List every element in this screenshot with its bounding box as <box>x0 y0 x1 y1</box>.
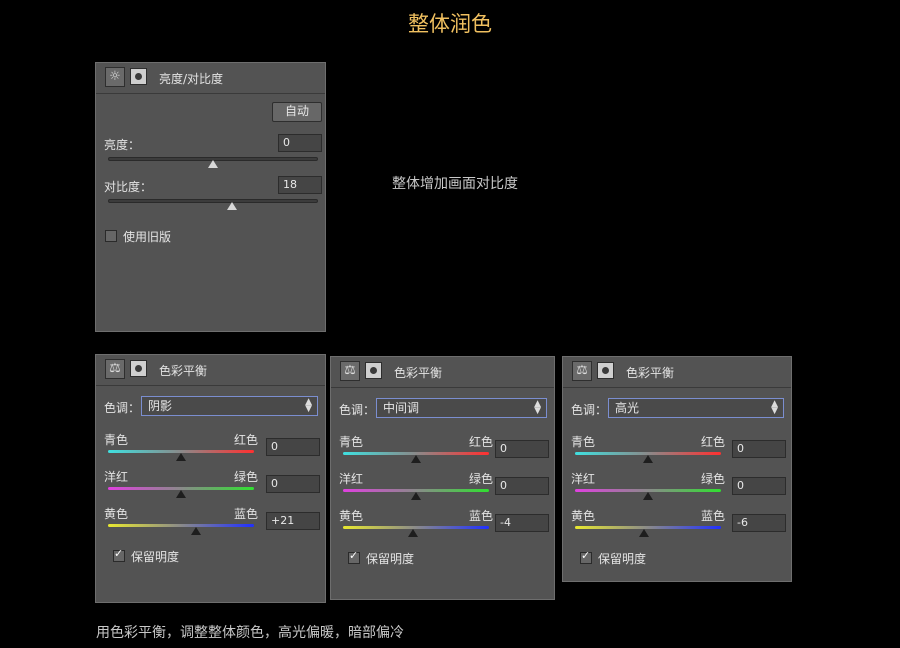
color-balance-panel-highlights: ⚖ 色彩平衡 色调： 高光 ▲ ▼ 青色 红色 0 洋红 绿色 0 黄色 蓝色 -… <box>562 356 792 582</box>
yellow-blue-slider-thumb[interactable] <box>638 529 649 537</box>
tone-label: 色调： <box>104 401 141 415</box>
preserve-luminosity-label: 保留明度 <box>366 552 415 566</box>
panel-header: ☼ 亮度/对比度 <box>96 63 325 94</box>
tone-select-value: 高光 <box>615 401 640 415</box>
magenta-label: 洋红 <box>339 472 364 486</box>
cyan-label: 青色 <box>571 435 596 449</box>
blue-label: 蓝色 <box>701 509 726 523</box>
red-label: 红色 <box>234 433 259 447</box>
cyan-red-value-field[interactable]: 0 <box>495 440 549 458</box>
tone-label: 色调： <box>339 403 376 417</box>
bottom-caption: 用色彩平衡，调整整体颜色，高光偏暖，暗部偏冷 <box>96 625 404 641</box>
panel-title: 色彩平衡 <box>626 366 675 380</box>
magenta-green-slider-thumb[interactable] <box>176 490 186 498</box>
magenta-green-slider-thumb[interactable] <box>643 492 653 500</box>
magenta-green-value-field[interactable]: 0 <box>732 477 786 495</box>
panel-title: 亮度/对比度 <box>159 72 224 86</box>
panel-title: 色彩平衡 <box>159 364 208 378</box>
contrast-slider-thumb[interactable] <box>226 202 237 210</box>
yellow-label: 黄色 <box>104 507 129 521</box>
yellow-label: 黄色 <box>571 509 596 523</box>
tone-select[interactable]: 阴影 ▲ ▼ <box>141 396 318 416</box>
red-label: 红色 <box>469 435 494 449</box>
magenta-green-slider-thumb[interactable] <box>411 492 421 500</box>
magenta-label: 洋红 <box>104 470 129 484</box>
contrast-label: 对比度： <box>104 180 153 194</box>
auto-button[interactable]: 自动 <box>272 102 322 122</box>
preserve-luminosity-checkbox[interactable] <box>113 547 125 562</box>
layer-mask-icon[interactable] <box>365 362 382 379</box>
preserve-luminosity-label: 保留明度 <box>131 550 180 564</box>
brightness-label: 亮度： <box>104 138 141 152</box>
yellow-label: 黄色 <box>339 509 364 523</box>
layer-mask-icon[interactable] <box>597 362 614 379</box>
yellow-blue-value-field[interactable]: -4 <box>495 514 549 532</box>
panel-header: ⚖ 色彩平衡 <box>96 355 325 386</box>
panel-header: ⚖ 色彩平衡 <box>563 357 791 388</box>
yellow-blue-value-field[interactable]: -6 <box>732 514 786 532</box>
updown-arrows-icon: ▲ ▼ <box>771 399 778 416</box>
sun-icon: ☼ <box>105 67 125 87</box>
cyan-label: 青色 <box>104 433 129 447</box>
yellow-blue-value-field[interactable]: +21 <box>266 512 320 530</box>
updown-arrows-icon: ▲ ▼ <box>534 399 541 416</box>
cyan-red-value-field[interactable]: 0 <box>732 440 786 458</box>
yellow-blue-slider-thumb[interactable] <box>191 527 202 535</box>
cyan-red-slider-thumb[interactable] <box>176 453 186 461</box>
tone-select-value: 中间调 <box>383 401 420 415</box>
color-balance-panel-midtones: ⚖ 色彩平衡 色调： 中间调 ▲ ▼ 青色 红色 0 洋红 绿色 0 黄色 蓝色 … <box>330 356 555 600</box>
legacy-checkbox[interactable] <box>105 230 117 242</box>
cyan-red-slider-thumb[interactable] <box>643 455 653 463</box>
layer-mask-icon[interactable] <box>130 68 147 85</box>
cyan-red-value-field[interactable]: 0 <box>266 438 320 456</box>
green-label: 绿色 <box>469 472 494 486</box>
scale-icon: ⚖ <box>572 361 592 381</box>
preserve-luminosity-checkbox[interactable] <box>348 549 360 564</box>
panel-title: 色彩平衡 <box>394 366 443 380</box>
green-label: 绿色 <box>701 472 726 486</box>
tone-select-value: 阴影 <box>148 399 173 413</box>
updown-arrows-icon: ▲ ▼ <box>305 397 312 414</box>
tone-select[interactable]: 高光 ▲ ▼ <box>608 398 784 418</box>
page-title: 整体润色 <box>408 12 492 36</box>
cyan-label: 青色 <box>339 435 364 449</box>
preserve-luminosity-label: 保留明度 <box>598 552 647 566</box>
tone-select[interactable]: 中间调 ▲ ▼ <box>376 398 547 418</box>
brightness-slider-thumb[interactable] <box>208 160 218 168</box>
cyan-red-slider-thumb[interactable] <box>411 455 421 463</box>
blue-label: 蓝色 <box>469 509 494 523</box>
brightness-contrast-panel: ☼ 亮度/对比度 自动 亮度： 0 对比度： 18 使用旧版 <box>95 62 326 332</box>
contrast-value-field[interactable]: 18 <box>278 176 322 194</box>
tone-label: 色调： <box>571 403 608 417</box>
color-balance-panel-shadows: ⚖ 色彩平衡 色调： 阴影 ▲ ▼ 青色 红色 0 洋红 绿色 0 黄色 蓝色 +… <box>95 354 326 603</box>
panel-header: ⚖ 色彩平衡 <box>331 357 554 388</box>
scale-icon: ⚖ <box>105 359 125 379</box>
yellow-blue-slider-track[interactable] <box>108 524 254 527</box>
magenta-green-value-field[interactable]: 0 <box>266 475 320 493</box>
green-label: 绿色 <box>234 470 259 484</box>
brightness-caption: 整体增加画面对比度 <box>392 176 518 192</box>
red-label: 红色 <box>701 435 726 449</box>
blue-label: 蓝色 <box>234 507 259 521</box>
legacy-label: 使用旧版 <box>123 230 172 244</box>
layer-mask-icon[interactable] <box>130 360 147 377</box>
magenta-green-value-field[interactable]: 0 <box>495 477 549 495</box>
preserve-luminosity-checkbox[interactable] <box>580 549 592 564</box>
contrast-slider-track[interactable] <box>108 199 318 203</box>
magenta-label: 洋红 <box>571 472 596 486</box>
yellow-blue-slider-thumb[interactable] <box>408 529 419 537</box>
brightness-value-field[interactable]: 0 <box>278 134 322 152</box>
scale-icon: ⚖ <box>340 361 360 381</box>
